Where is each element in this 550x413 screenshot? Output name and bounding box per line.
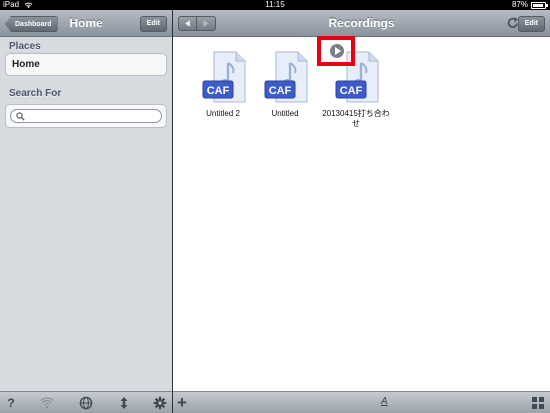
add-icon[interactable]: + (177, 393, 187, 413)
file-name: 20130415打ち合わせ (322, 109, 390, 128)
main-nav-bar: Recordings Edit (173, 10, 550, 37)
file-type-label: CAF (269, 85, 292, 97)
wifi-icon[interactable] (40, 396, 54, 410)
grid-view-icon[interactable] (532, 397, 544, 409)
sidebar-item-home[interactable]: Home (5, 53, 167, 76)
globe-icon[interactable] (79, 396, 93, 410)
gear-icon[interactable] (153, 396, 167, 410)
sidebar-item-label: Home (12, 59, 40, 70)
search-input[interactable] (10, 109, 162, 123)
main-content: Recordings Edit CAF Untitled 2 CAF Untit… (173, 10, 550, 413)
caf-audio-file-icon: CAF (264, 51, 308, 103)
back-arrow-icon[interactable] (179, 17, 197, 30)
file-item-untitled[interactable]: CAF Untitled (244, 43, 326, 143)
search-header: Search For (9, 88, 62, 99)
battery-icon (531, 2, 548, 9)
search-container (5, 104, 167, 128)
file-type-label: CAF (207, 85, 230, 97)
search-icon (16, 112, 25, 121)
play-button-highlight[interactable] (317, 36, 355, 66)
history-nav-control (178, 16, 216, 31)
caf-audio-file-icon: CAF (202, 51, 246, 103)
transfer-icon[interactable] (117, 396, 131, 410)
status-bar: iPad 11:15 87% (0, 0, 550, 10)
file-name: Untitled (271, 109, 299, 118)
sort-icon[interactable]: A (381, 396, 388, 407)
main-toolbar: + A (173, 391, 550, 413)
clock: 11:15 (265, 0, 285, 9)
sidebar-toolbar: ? (0, 391, 172, 413)
help-icon[interactable]: ? (4, 396, 18, 410)
sidebar: Home Dashboard Edit Places Home Search F… (0, 10, 172, 413)
file-type-label: CAF (340, 85, 363, 97)
places-header: Places (9, 41, 41, 52)
page-title: Recordings (328, 16, 395, 30)
sidebar-edit-button[interactable]: Edit (139, 16, 167, 32)
dashboard-back-button[interactable]: Dashboard (5, 16, 58, 32)
forward-arrow-icon[interactable] (197, 17, 215, 30)
play-icon[interactable] (330, 44, 344, 58)
main-edit-button[interactable]: Edit (517, 16, 545, 32)
battery-percent: 87% (511, 0, 528, 9)
sidebar-nav-bar: Home Dashboard Edit (0, 10, 172, 37)
